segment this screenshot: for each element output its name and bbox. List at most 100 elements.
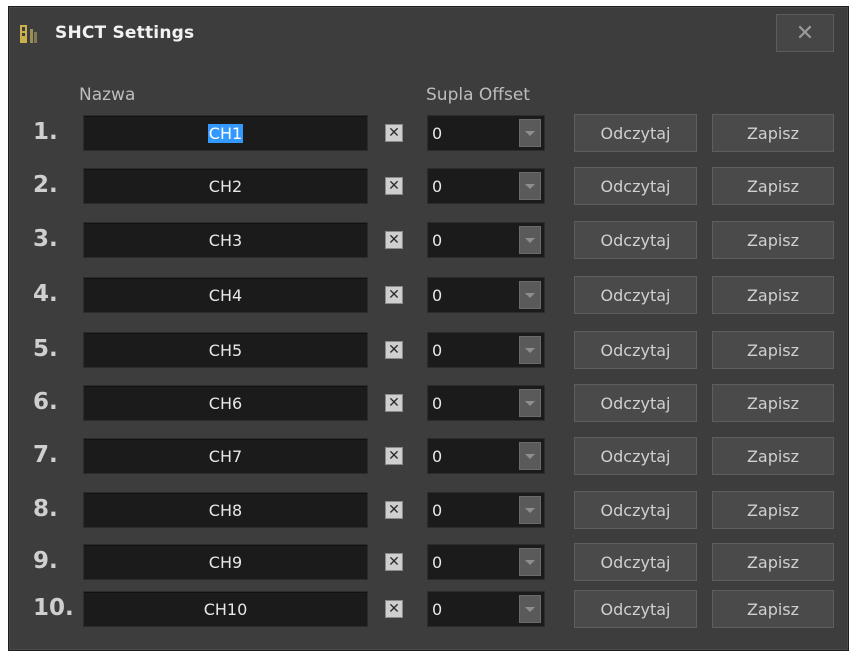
row-number: 9.: [33, 548, 58, 574]
row-number: 6.: [33, 389, 58, 415]
row-number: 4.: [33, 281, 58, 307]
read-button[interactable]: Odczytaj: [574, 590, 697, 628]
chevron-down-icon[interactable]: [519, 119, 541, 147]
dropdown-triangle: [525, 507, 535, 513]
dropdown-triangle: [525, 183, 535, 189]
save-button[interactable]: Zapisz: [712, 114, 834, 152]
row-number: 10.: [33, 595, 74, 621]
offset-value: 0: [432, 177, 443, 196]
read-button[interactable]: Odczytaj: [574, 543, 697, 581]
dropdown-triangle: [525, 400, 535, 406]
supla-offset-select[interactable]: 0: [427, 168, 545, 204]
row-number: 1.: [33, 119, 58, 145]
save-button[interactable]: Zapisz: [712, 491, 834, 529]
channel-name-input[interactable]: CH9: [83, 544, 368, 580]
dropdown-triangle: [525, 347, 535, 353]
row-number: 3.: [33, 226, 58, 252]
close-icon[interactable]: ✕: [796, 21, 814, 46]
supla-offset-select[interactable]: 0: [427, 591, 545, 627]
clear-x-icon[interactable]: ✕: [385, 394, 403, 412]
supla-offset-select[interactable]: 0: [427, 385, 545, 421]
clear-x-icon[interactable]: ✕: [385, 231, 403, 249]
channel-name-input[interactable]: CH7: [83, 438, 368, 474]
clear-x-icon[interactable]: ✕: [385, 341, 403, 359]
supla-offset-select[interactable]: 0: [427, 544, 545, 580]
title-bar[interactable]: SHCT Settings ✕: [9, 7, 848, 57]
save-button[interactable]: Zapisz: [712, 543, 834, 581]
read-button[interactable]: Odczytaj: [574, 331, 697, 369]
channel-name-value: CH10: [203, 599, 248, 619]
clear-x-icon[interactable]: ✕: [385, 600, 403, 618]
clear-x-icon[interactable]: ✕: [385, 286, 403, 304]
channel-name-value: CH8: [208, 500, 243, 520]
channel-name-value: CH9: [208, 552, 243, 572]
channel-name-value: CH4: [208, 285, 243, 305]
channel-name-input[interactable]: CH3: [83, 222, 368, 258]
offset-value: 0: [432, 394, 443, 413]
channel-name-input[interactable]: CH8: [83, 492, 368, 528]
offset-value: 0: [432, 501, 443, 520]
save-button[interactable]: Zapisz: [712, 384, 834, 422]
supla-offset-select[interactable]: 0: [427, 492, 545, 528]
clear-x-icon[interactable]: ✕: [385, 501, 403, 519]
offset-value: 0: [432, 231, 443, 250]
clear-x-icon[interactable]: ✕: [385, 124, 403, 142]
save-button[interactable]: Zapisz: [712, 437, 834, 475]
channel-name-input[interactable]: CH4: [83, 277, 368, 313]
supla-offset-select[interactable]: 0: [427, 438, 545, 474]
row-number: 8.: [33, 496, 58, 522]
window-title: SHCT Settings: [55, 23, 195, 43]
supla-offset-select[interactable]: 0: [427, 115, 545, 151]
read-button[interactable]: Odczytaj: [574, 437, 697, 475]
channel-name-input[interactable]: CH10: [83, 591, 368, 627]
read-button[interactable]: Odczytaj: [574, 114, 697, 152]
channel-name-input[interactable]: CH5: [83, 332, 368, 368]
save-button[interactable]: Zapisz: [712, 221, 834, 259]
offset-value: 0: [432, 600, 443, 619]
close-button[interactable]: ✕: [776, 14, 834, 52]
save-button[interactable]: Zapisz: [712, 331, 834, 369]
read-button[interactable]: Odczytaj: [574, 221, 697, 259]
read-button[interactable]: Odczytaj: [574, 384, 697, 422]
read-button[interactable]: Odczytaj: [574, 491, 697, 529]
channel-name-input[interactable]: CH6: [83, 385, 368, 421]
chevron-down-icon[interactable]: [519, 548, 541, 576]
clear-x-icon[interactable]: ✕: [385, 553, 403, 571]
supla-offset-select[interactable]: 0: [427, 222, 545, 258]
offset-value: 0: [432, 447, 443, 466]
row-number: 2.: [33, 172, 58, 198]
chevron-down-icon[interactable]: [519, 172, 541, 200]
channel-name-value: CH1: [207, 123, 244, 143]
dropdown-triangle: [525, 559, 535, 565]
chevron-down-icon[interactable]: [519, 336, 541, 364]
offset-value: 0: [432, 341, 443, 360]
channel-name-input[interactable]: CH2: [83, 168, 368, 204]
channel-name-value: CH7: [208, 446, 243, 466]
offset-value: 0: [432, 286, 443, 305]
supla-offset-select[interactable]: 0: [427, 277, 545, 313]
save-button[interactable]: Zapisz: [712, 167, 834, 205]
channel-name-value: CH3: [208, 230, 243, 250]
dropdown-triangle: [525, 130, 535, 136]
dropdown-triangle: [525, 606, 535, 612]
supla-offset-select[interactable]: 0: [427, 332, 545, 368]
chevron-down-icon[interactable]: [519, 226, 541, 254]
chevron-down-icon[interactable]: [519, 496, 541, 524]
chevron-down-icon[interactable]: [519, 389, 541, 417]
chevron-down-icon[interactable]: [519, 442, 541, 470]
save-button[interactable]: Zapisz: [712, 590, 834, 628]
dropdown-triangle: [525, 453, 535, 459]
dropdown-triangle: [525, 292, 535, 298]
offset-column-header: Supla Offset: [426, 85, 530, 105]
chevron-down-icon[interactable]: [519, 595, 541, 623]
row-number: 7.: [33, 442, 58, 468]
save-button[interactable]: Zapisz: [712, 276, 834, 314]
read-button[interactable]: Odczytaj: [574, 276, 697, 314]
chevron-down-icon[interactable]: [519, 281, 541, 309]
channel-name-value: CH6: [208, 393, 243, 413]
clear-x-icon[interactable]: ✕: [385, 177, 403, 195]
channel-name-input[interactable]: CH1: [83, 115, 368, 151]
read-button[interactable]: Odczytaj: [574, 167, 697, 205]
clear-x-icon[interactable]: ✕: [385, 447, 403, 465]
offset-value: 0: [432, 553, 443, 572]
